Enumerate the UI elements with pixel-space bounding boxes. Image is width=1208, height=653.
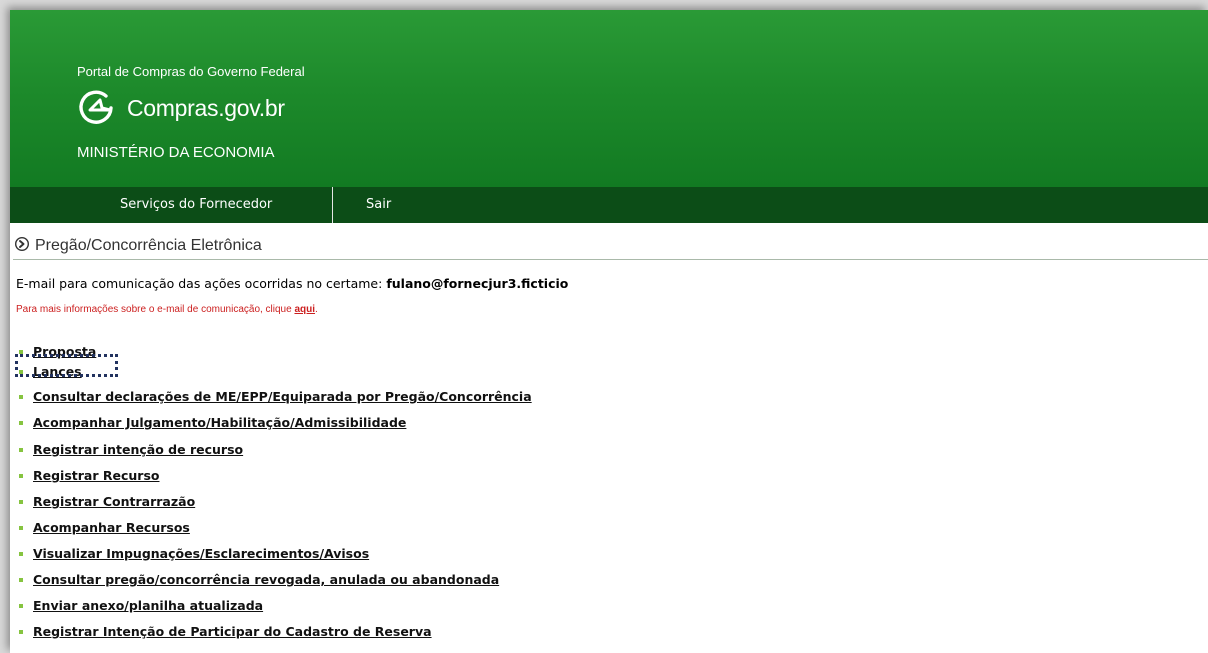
- bullet-icon: [19, 629, 23, 634]
- menu-link-visualizar-impugnacoes[interactable]: Visualizar Impugnações/Esclarecimentos/A…: [33, 546, 369, 561]
- menu-item-lances: Lances: [10, 359, 82, 384]
- menu-link-consultar-pregao-revogado[interactable]: Consultar pregão/concorrência revogada, …: [33, 572, 499, 587]
- bullet-icon: [19, 525, 23, 530]
- page-title: Pregão/Concorrência Eletrônica: [14, 236, 262, 255]
- menu-link-acompanhar-julgamento[interactable]: Acompanhar Julgamento/Habilitação/Admiss…: [33, 415, 406, 430]
- menu-link-registrar-recurso[interactable]: Registrar Recurso: [33, 468, 159, 483]
- bullet-icon: [19, 499, 23, 504]
- nav-sair[interactable]: Sair: [333, 187, 391, 223]
- email-info-text: Para mais informações sobre o e-mail de …: [16, 304, 292, 315]
- arrow-circle-icon: [14, 236, 30, 255]
- menu-link-proposta[interactable]: Proposta: [33, 344, 96, 359]
- portal-title: Portal de Compras do Governo Federal: [77, 64, 305, 79]
- menu-item-registrar-contrarrazao: Registrar Contrarrazão: [10, 489, 195, 514]
- menu-link-registrar-contrarrazao[interactable]: Registrar Contrarrazão: [33, 494, 195, 509]
- browser-page: Portal de Compras do Governo Federal Com…: [10, 10, 1208, 653]
- main-nav: Serviços do Fornecedor Sair: [10, 187, 1208, 223]
- site-header: Portal de Compras do Governo Federal Com…: [10, 10, 1208, 188]
- menu-item-acompanhar-julgamento: Acompanhar Julgamento/Habilitação/Admiss…: [10, 410, 406, 435]
- bullet-icon: [19, 349, 23, 354]
- page-title-text: Pregão/Concorrência Eletrônica: [35, 236, 262, 254]
- bullet-icon: [19, 577, 23, 582]
- menu-link-lances[interactable]: Lances: [33, 364, 82, 379]
- menu-link-registrar-intencao-recurso[interactable]: Registrar intenção de recurso: [33, 442, 243, 457]
- bullet-icon: [19, 473, 23, 478]
- ministry-name: MINISTÉRIO DA ECONOMIA: [77, 144, 275, 161]
- logo-text: Compras.gov.br: [127, 94, 285, 121]
- email-info: Para mais informações sobre o e-mail de …: [16, 304, 318, 315]
- menu-item-consultar-pregao-revogado: Consultar pregão/concorrência revogada, …: [10, 567, 499, 592]
- compras-logo-icon: [76, 88, 118, 128]
- bullet-icon: [19, 603, 23, 608]
- email-value: fulano@fornecjur3.ficticio: [386, 276, 569, 291]
- email-line: E-mail para comunicação das ações ocorri…: [16, 276, 568, 291]
- bullet-icon: [19, 551, 23, 556]
- bullet-icon: [19, 420, 23, 425]
- menu-link-acompanhar-recursos[interactable]: Acompanhar Recursos: [33, 520, 190, 535]
- menu-link-enviar-anexo[interactable]: Enviar anexo/planilha atualizada: [33, 598, 263, 613]
- title-divider: [13, 259, 1208, 260]
- menu-item-acompanhar-recursos: Acompanhar Recursos: [10, 515, 190, 540]
- menu-item-registrar-intencao-recurso: Registrar intenção de recurso: [10, 437, 243, 462]
- bullet-icon: [19, 394, 23, 399]
- bullet-icon: [19, 447, 23, 452]
- site-logo[interactable]: Compras.gov.br: [76, 88, 285, 128]
- menu-item-visualizar-impugnacoes: Visualizar Impugnações/Esclarecimentos/A…: [10, 541, 369, 566]
- email-info-link[interactable]: aqui: [294, 304, 315, 315]
- nav-servicos-fornecedor[interactable]: Serviços do Fornecedor: [10, 187, 333, 223]
- menu-link-cadastro-reserva[interactable]: Registrar Intenção de Participar do Cada…: [33, 624, 432, 639]
- menu-item-enviar-anexo: Enviar anexo/planilha atualizada: [10, 593, 263, 618]
- menu-item-cadastro-reserva: Registrar Intenção de Participar do Cada…: [10, 619, 432, 644]
- email-label: E-mail para comunicação das ações ocorri…: [16, 276, 383, 291]
- menu-item-consultar-declaracoes: Consultar declarações de ME/EPP/Equipara…: [10, 384, 532, 409]
- menu-item-registrar-recurso: Registrar Recurso: [10, 463, 159, 488]
- email-info-suffix: .: [315, 304, 318, 315]
- menu-link-consultar-declaracoes[interactable]: Consultar declarações de ME/EPP/Equipara…: [33, 389, 532, 404]
- bullet-icon: [19, 369, 23, 374]
